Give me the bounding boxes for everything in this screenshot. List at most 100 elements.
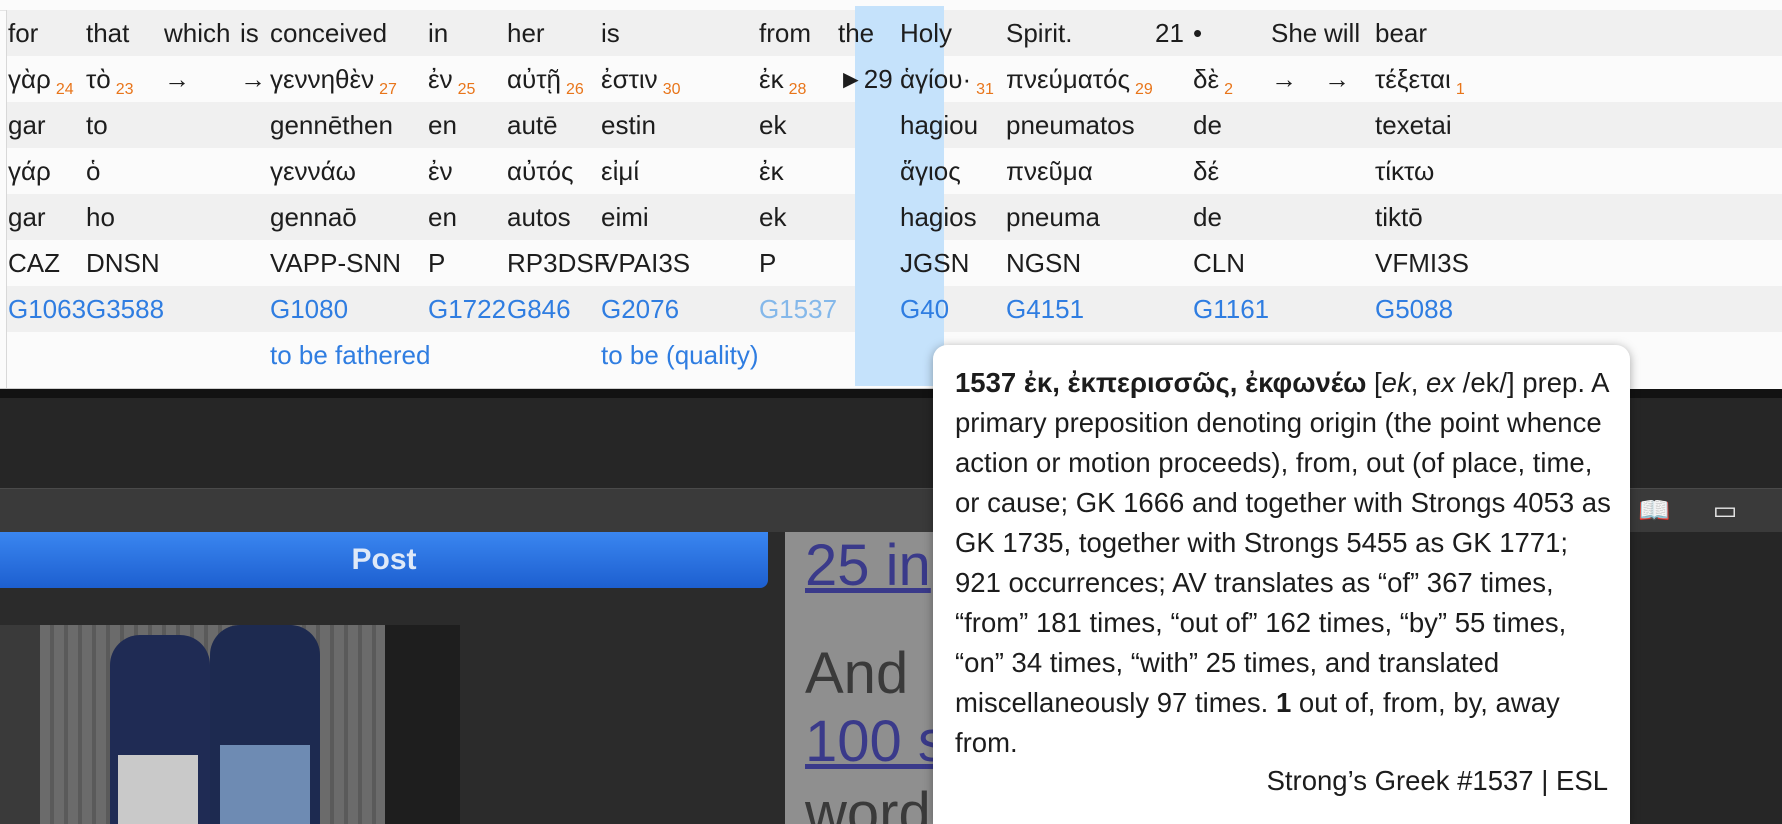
interlinear-greek-cell: ἐκ 28	[759, 64, 807, 98]
interlinear-greek-cell: →	[164, 64, 190, 94]
interlinear-english-cell[interactable]: bear	[1375, 10, 1427, 56]
headword-greek: ἐκ, ἐκπερισσῶς, ἐκφωνέω	[1023, 367, 1367, 398]
doc-text: And	[805, 641, 909, 706]
strongs-tooltip: 1537 ἐκ, ἐκπερισσῶς, ἐκφωνέω [ek, ex /ek…	[933, 345, 1630, 824]
interlinear-translit-cell: estin	[601, 110, 656, 140]
interlinear-parsing-cell: RP3DSF	[507, 248, 610, 278]
pron-ek: ek	[1381, 367, 1411, 398]
interlinear-lemma-cell: γεννάω	[270, 156, 356, 186]
interlinear-greek-cell: πνεύματός 29	[1006, 64, 1153, 98]
interlinear-lemma-translit-cell: gar	[8, 202, 46, 232]
doc-text: 25 in	[805, 533, 931, 598]
photo-thumbnail[interactable]	[0, 625, 460, 824]
interlinear-lemma-translit-cell: ho	[86, 202, 115, 232]
interlinear-strongs-cell[interactable]: G1722	[428, 286, 506, 332]
interlinear-parsing-cell: DNSN	[86, 248, 160, 278]
interlinear-greek-cell: ἐν 25	[428, 64, 476, 98]
word-order-number: 2	[1224, 81, 1233, 98]
interlinear-greek-cell: γεννηθὲν 27	[270, 64, 397, 98]
interlinear-strongs-cell[interactable]: G5088	[1375, 286, 1453, 332]
interlinear-gloss-cell[interactable]: to be fathered	[270, 332, 430, 378]
word-order-number: 27	[379, 81, 397, 98]
photo-detail	[220, 745, 310, 824]
interlinear-english-cell[interactable]: which	[164, 10, 230, 56]
interlinear-translit-cell: de	[1193, 110, 1222, 140]
interlinear-lemma-cell: δέ	[1193, 156, 1220, 186]
interlinear-greek-cell: δὲ 2	[1193, 64, 1233, 98]
interlinear-english-cell[interactable]: her	[507, 10, 545, 56]
interlinear-greek-cell: αὐτῇ 26	[507, 64, 584, 98]
interlinear-greek-cell: ►29	[838, 64, 893, 94]
word-order-number: 26	[565, 81, 584, 98]
interlinear-translit-cell: hagiou	[900, 110, 979, 140]
interlinear-greek-cell: →	[1271, 64, 1297, 94]
interlinear-english-cell[interactable]: for	[8, 10, 38, 56]
interlinear-strongs-cell[interactable]: G1537	[759, 286, 837, 332]
interlinear-lemma-translit-cell: ek	[759, 202, 787, 232]
interlinear-parsing-cell: VPAI3S	[601, 248, 691, 278]
interlinear-english-cell[interactable]: from	[759, 10, 811, 56]
interlinear-strongs-cell[interactable]: G4151	[1006, 286, 1084, 332]
pron-ipa: /ek/]	[1455, 367, 1515, 398]
interlinear-parsing-cell: JGSN	[900, 248, 970, 278]
interlinear-lemma-translit-cell: tiktō	[1375, 202, 1423, 232]
interlinear-english-cell[interactable]: She	[1271, 10, 1317, 56]
interlinear-english-cell[interactable]: the	[838, 10, 874, 56]
interlinear-parsing-cell: NGSN	[1006, 248, 1082, 278]
interlinear-translit-cell: pneumatos	[1006, 110, 1135, 140]
interlinear-tail	[1630, 345, 1782, 389]
interlinear-lemma-translit-cell: eimi	[601, 202, 649, 232]
interlinear-lemma-cell: ἐν	[428, 156, 453, 186]
interlinear-english-cell[interactable]: is	[601, 10, 620, 56]
interlinear-greek-cell: →	[1324, 64, 1350, 94]
interlinear-translit-cell: to	[86, 110, 108, 140]
photo-detail	[118, 755, 198, 824]
interlinear-english-cell[interactable]: •	[1193, 10, 1202, 56]
interlinear-greek-cell: →	[240, 64, 266, 94]
interlinear-translit-cell: ek	[759, 110, 787, 140]
interlinear-parsing-cell: CAZ	[8, 248, 60, 278]
interlinear-parsing-cell: P	[428, 248, 446, 278]
interlinear-parsing-cell: CLN	[1193, 248, 1246, 278]
word-order-number: 1	[1455, 81, 1465, 98]
interlinear-greek-cell: ἁγίου· 31	[900, 64, 994, 98]
tooltip-footer[interactable]: Strong’s Greek #1537 | ESL	[1267, 765, 1608, 797]
post-button[interactable]: Post	[0, 532, 768, 588]
interlinear-strongs-cell[interactable]: G40	[900, 286, 949, 332]
pron-ex: ex	[1426, 367, 1456, 398]
interlinear-english-cell[interactable]: Holy	[900, 10, 952, 56]
interlinear-parsing-cell: VAPP-SNN	[270, 248, 401, 278]
interlinear-greek-cell: τὸ 23	[86, 64, 134, 98]
interlinear-english-cell[interactable]: Spirit.	[1006, 10, 1072, 56]
interlinear-lemma-translit-cell: hagios	[900, 202, 977, 232]
interlinear-english-cell[interactable]: conceived	[270, 10, 387, 56]
pron-open: [	[1366, 367, 1382, 398]
interlinear-gloss-cell[interactable]: to be (quality)	[601, 332, 759, 378]
interlinear-lemma-cell: εἰμί	[601, 156, 640, 186]
interlinear-translit-cell: gennēthen	[270, 110, 393, 140]
interlinear-strongs-cell[interactable]: G2076	[601, 286, 679, 332]
interlinear-english-cell[interactable]: that	[86, 10, 129, 56]
interlinear-english-cell[interactable]: 21	[1155, 10, 1184, 56]
interlinear-strongs-cell[interactable]: G1063	[8, 286, 86, 332]
interlinear-lemma-cell: πνεῦμα	[1006, 156, 1093, 186]
headword-number: 1537	[955, 367, 1017, 398]
side-panel	[1630, 532, 1782, 824]
interlinear-strongs-cell[interactable]: G846	[507, 286, 571, 332]
interlinear-english-cell[interactable]: will	[1324, 10, 1360, 56]
interlinear-strongs-cell[interactable]: G1161	[1193, 286, 1269, 332]
tooltip-body: 1537 ἐκ, ἐκπερισσῶς, ἐκφωνέω [ek, ex /ek…	[955, 363, 1615, 763]
interlinear-lemma-translit-cell: gennaō	[270, 202, 357, 232]
presentation-icon[interactable]: ▭	[1710, 495, 1740, 525]
interlinear-parsing-cell: VFMI3S	[1375, 248, 1469, 278]
interlinear-strongs-cell[interactable]: G3588	[86, 286, 164, 332]
interlinear-parsing-cell: P	[759, 248, 777, 278]
interlinear-greek-cell: ἐστιν 30	[601, 64, 681, 98]
interlinear-translit-cell: gar	[8, 110, 46, 140]
book-open-icon[interactable]: 📖	[1638, 495, 1670, 525]
interlinear-strongs-cell[interactable]: G1080	[270, 286, 348, 332]
sense-number: 1	[1275, 687, 1292, 718]
interlinear-english-cell[interactable]: is	[240, 10, 259, 56]
interlinear-english-cell[interactable]: in	[428, 10, 448, 56]
interlinear-lemma-cell: αὐτός	[507, 156, 574, 186]
